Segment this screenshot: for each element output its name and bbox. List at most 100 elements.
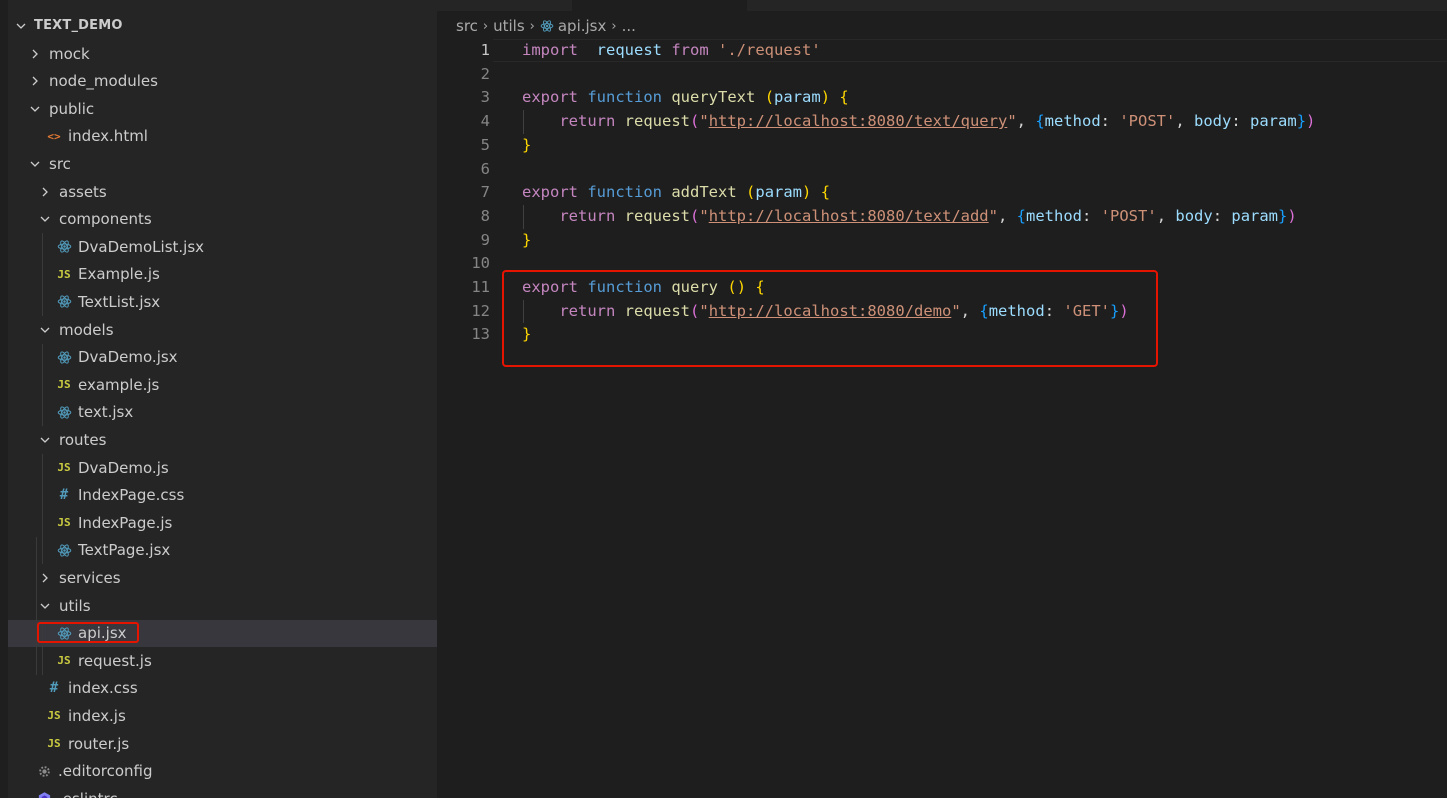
code-line[interactable]: 6 xyxy=(437,158,1447,182)
chevron-down-icon xyxy=(38,206,52,233)
code-token: body xyxy=(1175,206,1213,225)
tree-item-label: utils xyxy=(59,596,91,615)
code-line[interactable]: 5} xyxy=(437,134,1447,158)
indent-guide xyxy=(36,536,37,675)
tree-file[interactable]: JS DvaDemo.js xyxy=(8,454,437,481)
breadcrumb-src[interactable]: src xyxy=(456,17,478,35)
tree-item-label: models xyxy=(59,320,114,339)
explorer-sidebar: TEXT_DEMO mock node_modules public <> index.… xyxy=(0,0,437,798)
line-number: 10 xyxy=(471,254,490,273)
tree-folder[interactable]: routes xyxy=(8,426,437,453)
code-token: , xyxy=(1156,206,1176,225)
code-token: : xyxy=(1212,206,1232,225)
chevron-right-icon: › xyxy=(611,18,617,34)
tree-file[interactable]: JS request.js xyxy=(8,647,437,674)
tree-file[interactable]: DvaDemoList.jsx xyxy=(8,233,437,260)
tree-file[interactable]: text.jsx xyxy=(8,399,437,426)
tree-file[interactable]: <> index.html xyxy=(8,123,437,150)
line-number: 3 xyxy=(480,88,490,107)
code-line[interactable]: 7 export function addText (param) { xyxy=(437,181,1447,205)
tree-item-label: text.jsx xyxy=(78,403,134,422)
tree-file[interactable]: JS index.js xyxy=(8,702,437,729)
code-line[interactable]: 8 return request("http://localhost:8080/… xyxy=(437,205,1447,229)
tree-file[interactable]: # IndexPage.css xyxy=(8,482,437,509)
code-token: { xyxy=(820,183,831,202)
tree-item-label: assets xyxy=(59,182,107,201)
code-token: param xyxy=(774,88,821,107)
chevron-down-icon xyxy=(14,12,28,39)
code-text: export function queryText (param) { xyxy=(522,86,849,110)
tree-folder[interactable]: mock xyxy=(8,40,437,67)
js-file-icon: JS xyxy=(57,267,71,281)
tree-folder[interactable]: services xyxy=(8,564,437,591)
react-icon xyxy=(56,399,72,426)
code-token: ( xyxy=(690,112,700,131)
tree-folder[interactable]: public xyxy=(8,95,437,122)
tree-file[interactable]: TextList.jsx xyxy=(8,288,437,315)
code-line[interactable]: 9} xyxy=(437,229,1447,253)
tree-file[interactable]: JS Example.js xyxy=(8,261,437,288)
tree-folder[interactable]: assets xyxy=(8,178,437,205)
tree-file[interactable]: JS router.js xyxy=(8,730,437,757)
code-text: } xyxy=(522,134,531,158)
chevron-down-icon xyxy=(38,426,52,453)
tree-file[interactable]: JS IndexPage.js xyxy=(8,509,437,536)
code-text: return request("http://localhost:8080/te… xyxy=(522,205,1296,229)
code-token: param xyxy=(1231,206,1279,225)
tree-folder[interactable]: models xyxy=(8,316,437,343)
code-token: export xyxy=(522,183,578,202)
code-token: ) xyxy=(802,183,812,202)
indent-guide xyxy=(42,343,43,427)
js-file-icon: JS xyxy=(47,737,61,750)
tree-file[interactable]: .editorconfig xyxy=(8,758,437,785)
tree-file[interactable]: .eslintrc xyxy=(8,785,437,798)
code-token: : xyxy=(1100,112,1120,131)
code-token: ( xyxy=(690,206,700,225)
explorer-root[interactable]: TEXT_DEMO xyxy=(8,12,437,39)
code-token: import xyxy=(522,41,578,59)
js-file-icon: JS xyxy=(57,516,71,530)
code-token: ( xyxy=(764,88,775,107)
code-token: from xyxy=(671,41,709,59)
js-file-icon: JS xyxy=(47,709,61,723)
tree-file[interactable]: TextPage.jsx xyxy=(8,537,437,564)
code-token: 'POST' xyxy=(1100,206,1157,225)
html-file-icon: <> xyxy=(47,129,61,143)
chevron-down-icon xyxy=(38,316,52,343)
breadcrumb-symbol[interactable]: ... xyxy=(622,17,636,35)
code-text: import request from './request' xyxy=(522,39,821,63)
code-token: : xyxy=(1231,112,1251,131)
code-editor[interactable]: 1 import request from './request' 2 3 export… xyxy=(437,39,1447,798)
tree-folder[interactable]: src xyxy=(8,150,437,177)
code-text: return request("http://localhost:8080/te… xyxy=(522,110,1315,134)
code-line[interactable]: 4 return request("http://localhost:8080/… xyxy=(437,110,1447,134)
code-line[interactable]: 1 import request from './request' xyxy=(437,39,1447,63)
line-number: 8 xyxy=(480,206,490,225)
tree-folder[interactable]: utils xyxy=(8,592,437,619)
code-token: } xyxy=(1278,206,1288,225)
tree-item-label: request.js xyxy=(78,651,152,670)
tree-folder[interactable]: node_modules xyxy=(8,68,437,95)
breadcrumb-file[interactable]: api.jsx xyxy=(558,17,607,35)
tab-active[interactable] xyxy=(572,0,747,11)
explorer-root-label: TEXT_DEMO xyxy=(34,18,123,33)
tree-file[interactable]: JS example.js xyxy=(8,371,437,398)
tree-file[interactable]: # index.css xyxy=(8,675,437,702)
chevron-right-icon xyxy=(28,40,42,67)
tree-folder[interactable]: components xyxy=(8,206,437,233)
breadcrumb-utils[interactable]: utils xyxy=(493,17,525,35)
code-token: return xyxy=(559,112,616,131)
code-token: } xyxy=(522,135,532,154)
chevron-right-icon: › xyxy=(529,18,535,34)
tree-item-label: services xyxy=(59,568,121,587)
tree-item-label: .editorconfig xyxy=(58,762,153,781)
code-line[interactable]: 3 export function queryText (param) { xyxy=(437,86,1447,110)
code-token: , xyxy=(998,206,1017,225)
code-line[interactable]: 2 xyxy=(437,63,1447,87)
tree-file[interactable]: DvaDemo.jsx xyxy=(8,344,437,371)
code-token: { xyxy=(1035,112,1045,131)
